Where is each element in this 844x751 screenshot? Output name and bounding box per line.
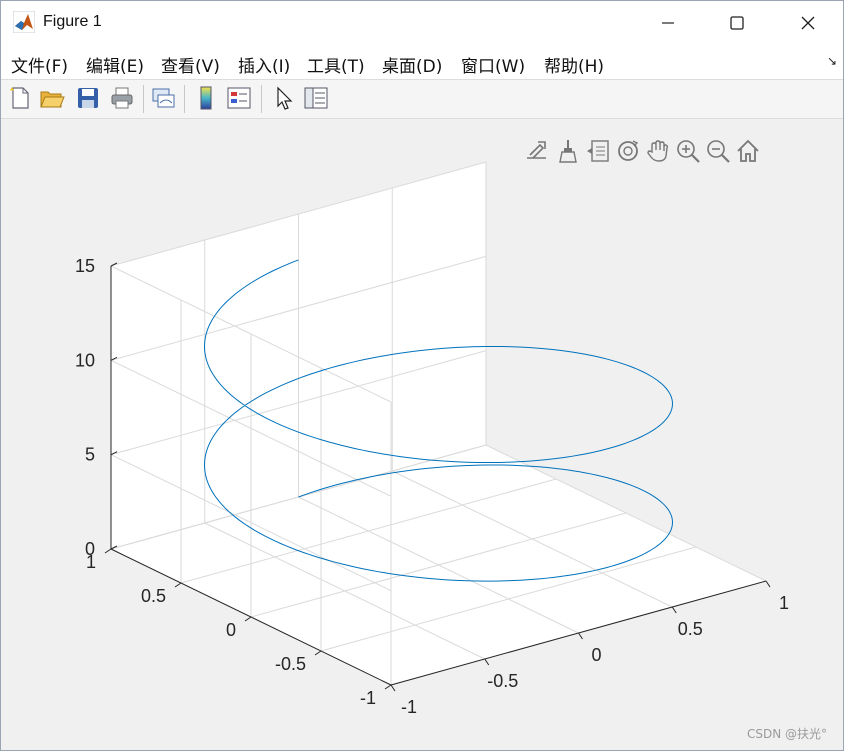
y-tick (104, 548, 112, 554)
y-tick-label: -1 (360, 688, 376, 708)
y-tick (384, 684, 392, 690)
x-tick (390, 684, 396, 692)
toolbar-separator (143, 85, 144, 113)
close-icon (801, 16, 815, 30)
x-tick (765, 580, 771, 588)
x-tick-label: 0 (591, 645, 601, 665)
menu-help[interactable]: 帮助(H) (544, 52, 604, 77)
save-icon[interactable] (75, 85, 101, 111)
menu-bar: 文件(F) 编辑(E) 查看(V) 插入(I) 工具(T) 桌面(D) 窗口(W… (1, 45, 843, 80)
x-tick (578, 632, 583, 640)
menu-window[interactable]: 窗口(W) (461, 52, 525, 77)
x-tick (671, 606, 677, 614)
menu-insert[interactable]: 插入(I) (238, 52, 290, 77)
open-file-icon[interactable] (39, 85, 65, 111)
window-title: Figure 1 (43, 13, 102, 30)
x-tick-label: 0.5 (678, 619, 703, 639)
figure-canvas: -1 -0.5 0 0.5 1 -1 -0.5 0 0.5 1 0 5 10 15 CSDN @扶光° (1, 119, 843, 750)
matlab-logo-icon (13, 11, 35, 33)
figure-toolbar (1, 80, 843, 119)
z-tick-label: 5 (85, 445, 95, 465)
maximize-button[interactable] (706, 1, 768, 45)
minimize-button[interactable] (637, 1, 699, 45)
z-tick-label: 15 (75, 256, 95, 276)
z-tick-label: 0 (85, 539, 95, 559)
x-tick-label: -1 (401, 697, 417, 717)
minimize-icon (662, 22, 674, 24)
y-tick (244, 616, 252, 622)
x-tick-label: 1 (779, 593, 789, 613)
menu-file[interactable]: 文件(F) (11, 52, 68, 77)
menu-edit[interactable]: 编辑(E) (86, 52, 144, 77)
toolbar-separator (261, 85, 262, 113)
edit-plot-arrow-icon[interactable] (271, 85, 297, 111)
y-tick (314, 650, 322, 656)
title-bar: Figure 1 (1, 1, 843, 45)
menu-view[interactable]: 查看(V) (161, 52, 220, 77)
y-tick-label: 0 (226, 620, 236, 640)
toolbar-separator (184, 85, 185, 113)
menu-desktop[interactable]: 桌面(D) (382, 52, 442, 77)
close-button[interactable] (777, 1, 839, 45)
maximize-icon (730, 16, 744, 30)
print-icon[interactable] (109, 85, 135, 111)
property-inspector-icon[interactable] (303, 85, 329, 111)
axes-3d[interactable]: -1-0.500.51-1-0.500.51051015 (1, 119, 843, 750)
figure-window: Figure 1 文件(F) 编辑(E) 查看(V) 插入(I) 工具(T) 桌… (0, 0, 844, 751)
x-tick (484, 658, 490, 666)
watermark: CSDN @扶光° (746, 727, 827, 741)
insert-legend-icon[interactable] (226, 85, 252, 111)
z-tick-label: 10 (75, 350, 95, 370)
menu-overflow-arrow-icon[interactable]: ↘ (827, 54, 837, 68)
y-tick (174, 582, 182, 588)
new-figure-icon[interactable] (7, 85, 33, 111)
x-tick-label: -0.5 (487, 671, 518, 691)
y-tick-label: -0.5 (275, 654, 306, 674)
menu-tools[interactable]: 工具(T) (307, 52, 365, 77)
insert-colorbar-icon[interactable] (193, 85, 219, 111)
y-tick-label: 0.5 (141, 586, 166, 606)
link-plot-icon[interactable] (150, 85, 176, 111)
